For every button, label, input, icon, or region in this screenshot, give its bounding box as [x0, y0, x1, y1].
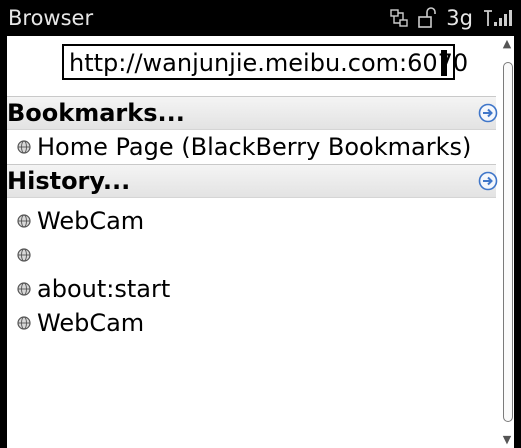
app-title: Browser — [8, 6, 94, 30]
history-item[interactable] — [17, 238, 37, 272]
browser-start-page: http://wanjunjie.meibu.com:6070 Bookmark… — [7, 36, 514, 448]
globe-icon — [17, 282, 31, 296]
bookmark-label: Home Page (BlackBerry Bookmarks) — [37, 133, 472, 161]
device-screen: Browser 3g http://wanjunjie.meibu.com:60… — [0, 0, 521, 448]
scroll-up-arrow-icon[interactable]: ▲ — [500, 38, 514, 50]
history-header[interactable]: History... — [7, 164, 498, 198]
bookmarks-heading: Bookmarks... — [7, 99, 185, 127]
data-transfer-icon — [390, 9, 408, 27]
globe-icon — [17, 140, 31, 154]
go-arrow-icon[interactable] — [478, 103, 498, 123]
history-label: WebCam — [37, 309, 145, 337]
globe-icon — [17, 316, 31, 330]
history-item[interactable]: about:start — [17, 272, 170, 306]
network-type: 3g — [446, 6, 473, 30]
history-label: WebCam — [37, 207, 145, 235]
status-icons: 3g — [390, 4, 513, 32]
history-heading: History... — [7, 167, 131, 195]
scroll-down-arrow-icon[interactable]: ▼ — [500, 434, 514, 446]
globe-icon — [17, 248, 31, 262]
history-item[interactable]: WebCam — [17, 204, 144, 238]
bookmark-item[interactable]: Home Page (BlackBerry Bookmarks) — [17, 130, 471, 164]
text-cursor — [441, 50, 447, 76]
signal-icon — [484, 10, 512, 26]
history-label: about:start — [37, 275, 171, 303]
status-bar: Browser 3g — [0, 0, 521, 36]
vertical-scrollbar[interactable] — [503, 62, 513, 422]
address-value[interactable]: http://wanjunjie.meibu.com:6070 — [69, 48, 468, 78]
lock-icon — [418, 7, 437, 28]
address-field[interactable]: http://wanjunjie.meibu.com:6070 — [62, 44, 468, 80]
bookmarks-header[interactable]: Bookmarks... — [7, 96, 498, 130]
globe-icon — [17, 214, 31, 228]
history-item[interactable]: WebCam — [17, 306, 144, 340]
go-arrow-icon[interactable] — [478, 171, 498, 191]
